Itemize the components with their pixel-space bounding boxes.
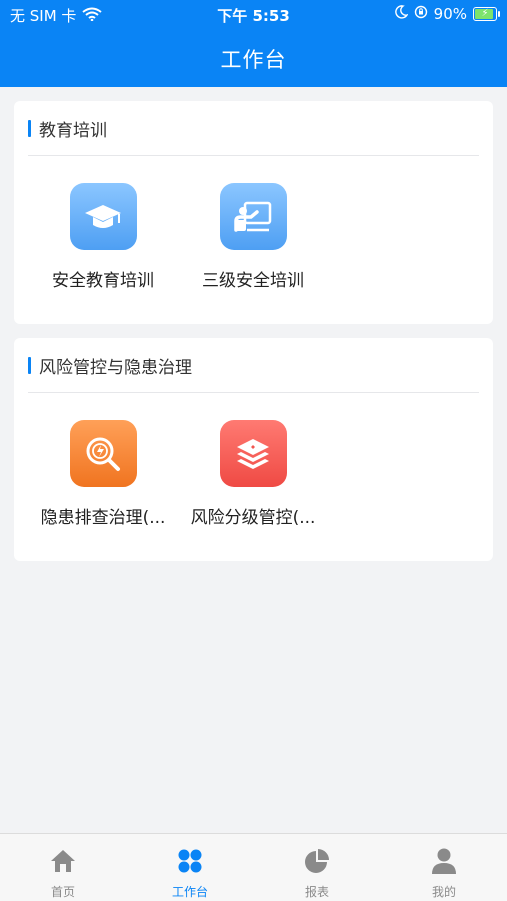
hazard-search-icon [69,420,137,487]
tab-reports[interactable]: 报表 [254,834,380,901]
home-icon [0,846,126,876]
tile-safety-education[interactable]: 安全教育培训 [28,183,178,291]
bottom-tab-bar: 首页 工作台 报表 我的 [0,833,507,901]
tile-hazard-investigation[interactable]: 隐患排查治理(... [28,420,178,528]
graduation-cap-icon [69,183,137,250]
tab-label: 工作台 [171,885,208,899]
rotation-lock-icon [414,5,428,23]
tile-label: 安全教育培训 [52,271,154,291]
battery-icon: ⚡ [473,7,500,21]
pie-chart-icon [254,846,380,876]
tab-workbench[interactable]: 工作台 [127,834,253,901]
page-title: 工作台 [220,48,287,72]
section-title-text: 风险管控与隐患治理 [39,357,192,378]
tab-label: 我的 [431,885,456,899]
section-card-education: 教育培训 安全教育培训 三级安全培训 [14,101,493,324]
app-header: 无 SIM 卡 下午 5:53 90% ⚡ 工作台 [0,0,507,87]
section-card-risk: 风险管控与隐患治理 隐患排查治理(... 风险分级管控(... [14,338,493,561]
divider [28,155,479,156]
section-title: 风险管控与隐患治理 [28,354,192,378]
tab-label: 报表 [304,885,329,899]
user-icon [381,846,507,876]
tab-mine[interactable]: 我的 [381,834,507,901]
teacher-board-icon [219,183,287,250]
charging-bolt-icon: ⚡ [481,8,489,19]
status-bar: 无 SIM 卡 下午 5:53 90% ⚡ [0,0,507,30]
tile-label: 风险分级管控(... [190,508,316,528]
moon-icon [394,5,409,23]
divider [28,392,479,393]
tile-three-level-training[interactable]: 三级安全培训 [178,183,328,291]
section-title-text: 教育培训 [39,120,107,141]
battery-percent: 90% [433,5,467,23]
tile-label: 三级安全培训 [202,271,304,291]
section-title-accent [28,356,31,374]
workbench-icon [127,846,253,876]
tile-label: 隐患排查治理(... [40,508,166,528]
risk-layers-icon [219,420,287,487]
section-title-accent [28,119,31,137]
tile-risk-grading[interactable]: 风险分级管控(... [178,420,328,528]
section-title: 教育培训 [28,117,107,141]
tab-home[interactable]: 首页 [0,834,126,901]
tab-label: 首页 [50,885,75,899]
status-right-group: 90% ⚡ [394,5,500,23]
